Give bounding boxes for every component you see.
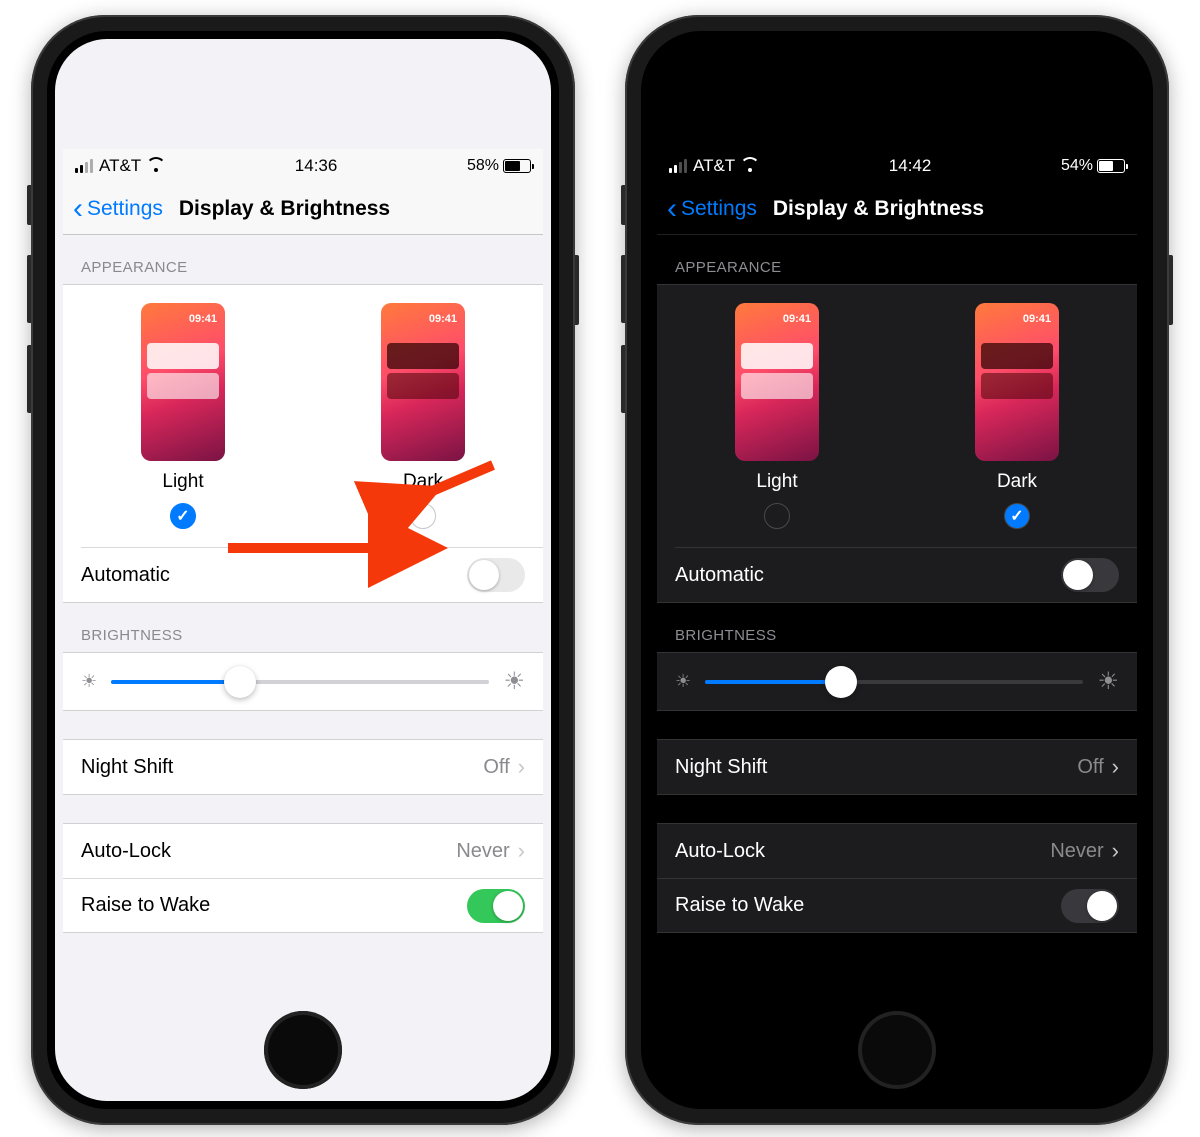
home-button[interactable]: [858, 1011, 936, 1089]
night-shift-label: Night Shift: [81, 756, 173, 779]
automatic-row[interactable]: Automatic: [657, 548, 1137, 602]
chevron-right-icon: ›: [518, 838, 525, 864]
phone-frame-dark: AT&T 14:42 54% ‹ Settings Display & Brig…: [625, 15, 1169, 1125]
automatic-label: Automatic: [81, 564, 170, 587]
page-title: Display & Brightness: [773, 197, 984, 221]
auto-lock-row[interactable]: Auto-Lock Never ›: [657, 824, 1137, 878]
appearance-preview-dark: 09:41: [381, 303, 465, 461]
battery-icon: [1097, 159, 1125, 173]
appearance-group: 09:41 Light 09:41 Dark: [657, 284, 1137, 603]
battery-fill: [1099, 161, 1113, 171]
brightness-header: BRIGHTNESS: [63, 603, 543, 652]
appearance-preview-dark: 09:41: [975, 303, 1059, 461]
signal-icon: [75, 159, 93, 173]
night-shift-row[interactable]: Night Shift Off ›: [63, 740, 543, 794]
appearance-radio-dark[interactable]: [1004, 503, 1030, 529]
appearance-label-dark: Dark: [403, 471, 443, 493]
sun-dim-icon: ☀︎: [675, 671, 691, 692]
carrier-label: AT&T: [693, 156, 735, 176]
chevron-right-icon: ›: [1112, 838, 1119, 864]
volume-buttons: [27, 185, 31, 225]
automatic-row[interactable]: Automatic: [63, 548, 543, 602]
appearance-option-dark[interactable]: 09:41 Dark: [381, 303, 465, 529]
wifi-icon: [147, 159, 165, 173]
appearance-radio-light[interactable]: [170, 503, 196, 529]
back-button[interactable]: Settings: [681, 197, 757, 221]
appearance-label-light: Light: [756, 471, 797, 493]
appearance-option-dark[interactable]: 09:41 Dark: [975, 303, 1059, 529]
battery-pct: 54%: [1061, 157, 1093, 175]
back-chevron-icon[interactable]: ‹: [73, 194, 83, 224]
brightness-slider-row[interactable]: ☀︎ ☀︎: [657, 653, 1137, 710]
home-button[interactable]: [264, 1011, 342, 1089]
nav-bar: ‹ Settings Display & Brightness: [63, 183, 543, 235]
appearance-preview-light: 09:41: [141, 303, 225, 461]
status-bar: AT&T 14:36 58%: [63, 149, 543, 183]
battery-pct: 58%: [467, 157, 499, 175]
brightness-slider[interactable]: [111, 680, 489, 684]
appearance-option-light[interactable]: 09:41 Light: [141, 303, 225, 529]
status-time: 14:42: [889, 156, 932, 176]
auto-lock-row[interactable]: Auto-Lock Never ›: [63, 824, 543, 878]
appearance-label-light: Light: [162, 471, 203, 493]
appearance-header: APPEARANCE: [657, 235, 1137, 284]
sun-bright-icon: ☀︎: [1097, 667, 1119, 696]
appearance-group: 09:41 Light 09:41 Dark: [63, 284, 543, 603]
appearance-label-dark: Dark: [997, 471, 1037, 493]
raise-to-wake-toggle[interactable]: [1061, 889, 1119, 923]
raise-to-wake-label: Raise to Wake: [675, 894, 804, 917]
page-title: Display & Brightness: [179, 197, 390, 221]
nav-bar: ‹ Settings Display & Brightness: [657, 183, 1137, 235]
automatic-toggle[interactable]: [467, 558, 525, 592]
night-shift-value: Off: [483, 756, 509, 779]
chevron-right-icon: ›: [518, 754, 525, 780]
lock-wake-group: Auto-Lock Never › Raise to Wake: [63, 823, 543, 933]
back-button[interactable]: Settings: [87, 197, 163, 221]
back-chevron-icon[interactable]: ‹: [667, 194, 677, 224]
brightness-slider[interactable]: [705, 680, 1083, 684]
appearance-option-light[interactable]: 09:41 Light: [735, 303, 819, 529]
wifi-icon: [741, 159, 759, 173]
raise-to-wake-toggle[interactable]: [467, 889, 525, 923]
raise-to-wake-label: Raise to Wake: [81, 894, 210, 917]
lock-wake-group: Auto-Lock Never › Raise to Wake: [657, 823, 1137, 933]
auto-lock-label: Auto-Lock: [81, 840, 171, 863]
appearance-radio-dark[interactable]: [410, 503, 436, 529]
auto-lock-value: Never: [1050, 840, 1103, 863]
sun-dim-icon: ☀︎: [81, 671, 97, 692]
power-button: [1169, 255, 1173, 325]
brightness-slider-row[interactable]: ☀︎ ☀︎: [63, 653, 543, 710]
appearance-header: APPEARANCE: [63, 235, 543, 284]
chevron-right-icon: ›: [1112, 754, 1119, 780]
sun-bright-icon: ☀︎: [503, 667, 525, 696]
auto-lock-label: Auto-Lock: [675, 840, 765, 863]
battery-fill: [505, 161, 520, 171]
night-shift-value: Off: [1077, 756, 1103, 779]
brightness-header: BRIGHTNESS: [657, 603, 1137, 652]
auto-lock-value: Never: [456, 840, 509, 863]
status-bar: AT&T 14:42 54%: [657, 149, 1137, 183]
appearance-preview-light: 09:41: [735, 303, 819, 461]
carrier-label: AT&T: [99, 156, 141, 176]
phone-frame-light: AT&T 14:36 58% ‹ Settings Display & Brig…: [31, 15, 575, 1125]
appearance-radio-light[interactable]: [764, 503, 790, 529]
signal-icon: [669, 159, 687, 173]
volume-buttons: [621, 185, 625, 225]
automatic-label: Automatic: [675, 564, 764, 587]
brightness-group: ☀︎ ☀︎: [63, 652, 543, 711]
brightness-group: ☀︎ ☀︎: [657, 652, 1137, 711]
night-shift-group: Night Shift Off ›: [657, 739, 1137, 795]
power-button: [575, 255, 579, 325]
night-shift-group: Night Shift Off ›: [63, 739, 543, 795]
automatic-toggle[interactable]: [1061, 558, 1119, 592]
night-shift-label: Night Shift: [675, 756, 767, 779]
status-time: 14:36: [295, 156, 338, 176]
raise-to-wake-row[interactable]: Raise to Wake: [657, 878, 1137, 932]
raise-to-wake-row[interactable]: Raise to Wake: [63, 878, 543, 932]
battery-icon: [503, 159, 531, 173]
night-shift-row[interactable]: Night Shift Off ›: [657, 740, 1137, 794]
